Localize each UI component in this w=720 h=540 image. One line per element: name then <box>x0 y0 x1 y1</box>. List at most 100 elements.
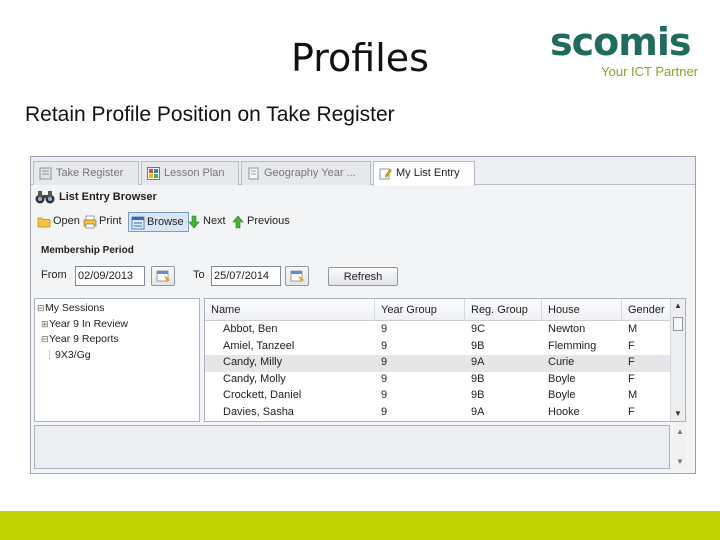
table-row[interactable]: Crockett, Daniel 9 9B Boyle M <box>205 388 671 405</box>
cell-gender: F <box>628 339 635 352</box>
cell-gender: F <box>628 356 635 369</box>
scroll-up-icon[interactable]: ▲ <box>676 427 684 436</box>
from-date-input[interactable] <box>75 266 145 286</box>
cell-year-group: 9 <box>381 356 388 369</box>
cell-name: Candy, Molly <box>223 372 286 385</box>
membership-period-label: Membership Period <box>41 245 134 256</box>
collapse-icon[interactable]: ⊟ <box>41 334 49 345</box>
column-header-house[interactable]: House <box>542 299 622 321</box>
tab-my-list-entry[interactable]: My List Entry <box>373 161 475 186</box>
table-row[interactable]: Amiel, Tanzeel 9 9B Flemming F <box>205 339 671 356</box>
cell-gender: F <box>628 372 635 385</box>
cell-year-group: 9 <box>381 406 388 418</box>
lesson-plan-icon <box>147 167 160 180</box>
cell-reg-group: 9A <box>471 356 485 369</box>
cell-reg-group: 9B <box>471 372 485 385</box>
cell-gender: M <box>628 389 638 402</box>
logo-wordmark: scomis <box>550 20 692 64</box>
refresh-button[interactable]: Refresh <box>328 267 398 286</box>
cell-name: Crockett, Daniel <box>223 389 302 402</box>
next-button[interactable]: Next <box>185 212 230 232</box>
scomis-logo: scomis Your ICT Partner <box>550 22 700 82</box>
scroll-down-icon[interactable]: ▼ <box>674 409 682 418</box>
section-title: List Entry Browser <box>59 191 157 203</box>
table-row[interactable]: Davies, Sasha 9 9A Hooke F <box>205 405 671 421</box>
folder-icon <box>37 217 51 228</box>
collapse-icon[interactable]: ⊟ <box>37 303 45 314</box>
column-header-gender[interactable]: Gender <box>622 299 671 321</box>
tree-connector: ┆ <box>47 350 53 360</box>
cell-name: Abbot, Ben <box>223 323 278 335</box>
arrow-up-icon <box>232 215 244 229</box>
cell-name: Candy, Milly <box>223 356 283 369</box>
scroll-thumb[interactable] <box>673 317 683 331</box>
sessions-tree: ⊟My Sessions ⊞Year 9 In Review ⊟Year 9 R… <box>34 298 200 422</box>
cell-house: Boyle <box>548 372 576 385</box>
tree-node-9x3-gg[interactable]: ┆ 9X3/Gg <box>47 349 91 361</box>
table-row[interactable]: Candy, Milly 9 9A Curie F <box>205 355 671 372</box>
cell-house: Newton <box>548 323 586 335</box>
cell-year-group: 9 <box>381 389 388 402</box>
to-calendar-button[interactable] <box>285 266 309 286</box>
app-window: Take Register Lesson Plan Geography Year… <box>30 156 696 474</box>
tab-lesson-plan[interactable]: Lesson Plan <box>141 161 239 185</box>
cell-reg-group: 9B <box>471 389 485 402</box>
tab-label: Lesson Plan <box>164 167 225 179</box>
grid-header: Name Year Group Reg. Group House Gender <box>205 299 671 321</box>
column-header-reg-group[interactable]: Reg. Group <box>465 299 542 321</box>
to-date-input[interactable] <box>211 266 281 286</box>
detail-scrollbar[interactable]: ▲ ▼ <box>673 425 686 469</box>
calendar-icon <box>290 270 304 282</box>
tab-take-register[interactable]: Take Register <box>33 161 139 185</box>
from-calendar-button[interactable] <box>151 266 175 286</box>
tab-label: Geography Year ... <box>264 167 356 179</box>
open-button[interactable]: Open <box>35 212 84 232</box>
cell-year-group: 9 <box>381 323 388 335</box>
expand-icon[interactable]: ⊞ <box>41 319 49 330</box>
tab-geography[interactable]: Geography Year ... <box>241 161 371 185</box>
document-icon <box>248 167 259 180</box>
cell-reg-group: 9B <box>471 339 485 352</box>
tab-label: My List Entry <box>396 167 460 179</box>
calendar-icon <box>156 270 170 282</box>
to-label: To <box>193 269 205 281</box>
footer-accent-bar <box>0 511 720 540</box>
cell-year-group: 9 <box>381 372 388 385</box>
column-header-year-group[interactable]: Year Group <box>375 299 465 321</box>
slide-subtitle: Retain Profile Position on Take Register <box>25 103 395 126</box>
grid-vertical-scrollbar[interactable]: ▲ ▼ <box>670 299 685 421</box>
cell-name: Amiel, Tanzeel <box>223 339 295 352</box>
tab-strip: Take Register Lesson Plan Geography Year… <box>31 157 695 186</box>
tree-node-year9-in-review[interactable]: ⊞Year 9 In Review <box>41 318 128 330</box>
list-entry-browser-header: List Entry Browser <box>35 191 157 204</box>
edit-list-icon <box>379 168 392 180</box>
browse-button[interactable]: Browse <box>128 212 189 232</box>
cell-gender: M <box>628 323 638 335</box>
table-row[interactable]: Abbot, Ben 9 9C Newton M <box>205 322 671 339</box>
cell-house: Flemming <box>548 339 597 352</box>
previous-button[interactable]: Previous <box>229 212 294 232</box>
binoculars-icon <box>35 191 55 204</box>
printer-icon <box>83 215 97 229</box>
cell-reg-group: 9A <box>471 406 485 418</box>
cell-reg-group: 9C <box>471 323 486 335</box>
arrow-down-icon <box>188 215 200 229</box>
detail-pane <box>34 425 670 469</box>
cell-house: Boyle <box>548 389 576 402</box>
from-label: From <box>41 269 67 281</box>
cell-gender: F <box>628 406 635 418</box>
tab-label: Take Register <box>56 167 124 179</box>
tree-node-year9-reports[interactable]: ⊟Year 9 Reports <box>41 333 119 345</box>
column-header-name[interactable]: Name <box>205 299 375 321</box>
tree-node-my-sessions[interactable]: ⊟My Sessions <box>37 302 105 314</box>
cell-name: Davies, Sasha <box>223 406 294 418</box>
print-button[interactable]: Print <box>81 212 126 232</box>
browse-icon <box>131 216 145 230</box>
cell-year-group: 9 <box>381 339 388 352</box>
pupil-grid: Name Year Group Reg. Group House Gender … <box>204 298 686 422</box>
cell-house: Curie <box>548 356 575 369</box>
table-row[interactable]: Candy, Molly 9 9B Boyle F <box>205 372 671 389</box>
scroll-down-icon[interactable]: ▼ <box>676 457 684 466</box>
cell-house: Hooke <box>548 406 580 418</box>
scroll-up-icon[interactable]: ▲ <box>674 301 682 310</box>
